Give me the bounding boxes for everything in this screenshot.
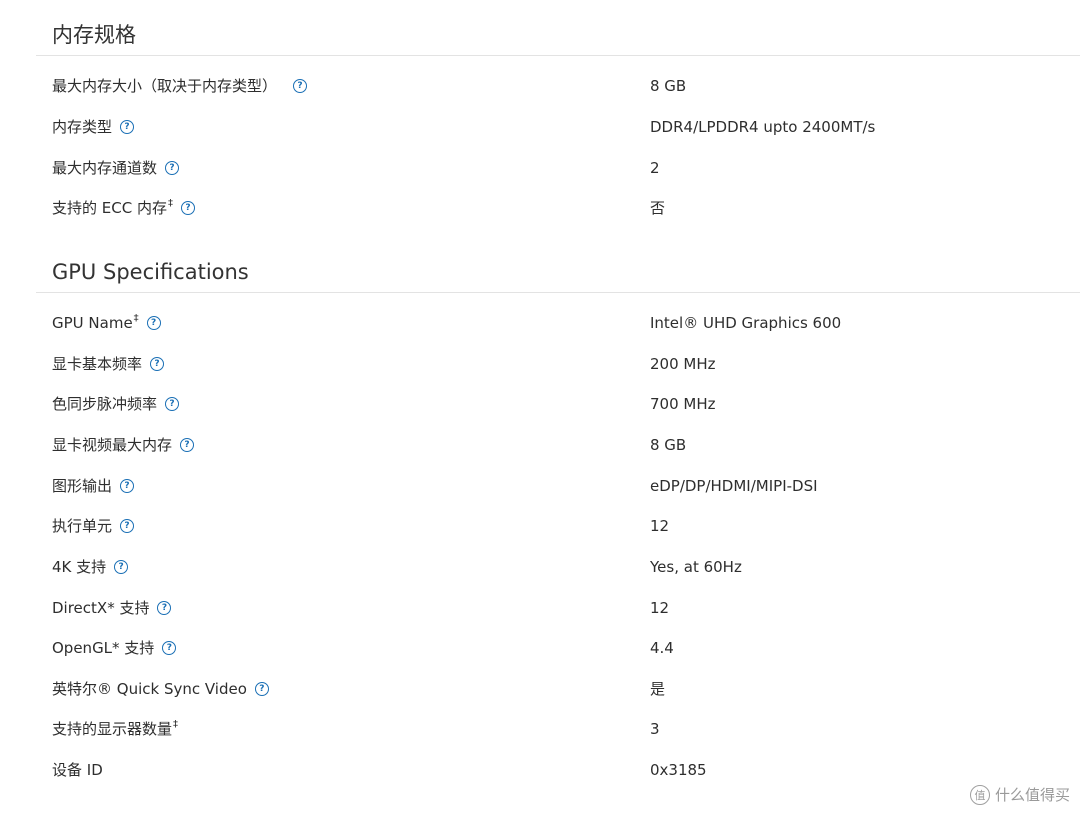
spec-label-text: 图形输出	[52, 477, 113, 495]
watermark-text: 什么值得买	[994, 786, 1070, 804]
spec-label-text: 英特尔® Quick Sync Video	[52, 680, 247, 698]
spec-value: Intel® UHD Graphics 600	[650, 314, 842, 332]
watermark: 值 什么值得买	[969, 784, 1070, 805]
spec-label-text: 支持的 ECC 内存	[52, 199, 167, 217]
memory-section-divider	[36, 55, 1080, 56]
spec-row-graphics-output: 图形输出 ? eDP/DP/HDMI/MIPI-DSI	[0, 474, 1080, 498]
spec-label-text: 显卡视频最大内存	[52, 436, 173, 454]
help-icon[interactable]: ?	[157, 601, 172, 615]
spec-row-memory-type: 内存类型 ? DDR4/LPDDR4 upto 2400MT/s	[0, 115, 1080, 139]
spec-value: 12	[650, 599, 670, 617]
spec-label-text: 设备 ID	[52, 761, 103, 779]
spec-value: 否	[650, 199, 666, 217]
spec-label: 支持的显示器数量 ‡	[52, 717, 178, 741]
spec-value: 3	[650, 720, 660, 738]
help-icon[interactable]: ?	[114, 560, 129, 574]
spec-label-text: 最大内存大小（取决于内存类型）	[52, 77, 278, 95]
spec-value: Yes, at 60Hz	[650, 558, 742, 576]
spec-label-text: 色同步脉冲频率	[52, 395, 158, 413]
spec-row-execution-units: 执行单元 ? 12	[0, 514, 1080, 538]
help-icon[interactable]: ?	[165, 161, 180, 175]
gpu-section-title: GPU Specifications	[52, 260, 249, 284]
help-icon[interactable]: ?	[165, 397, 180, 411]
help-icon[interactable]: ?	[150, 357, 165, 371]
spec-value: 4.4	[650, 639, 674, 657]
spec-label: 4K 支持 ?	[52, 555, 129, 579]
spec-label: 执行单元 ?	[52, 514, 135, 538]
spec-value: 是	[650, 680, 666, 698]
help-icon[interactable]: ?	[120, 479, 135, 493]
spec-label: 最大内存大小（取决于内存类型） ?	[52, 74, 308, 98]
spec-label: 英特尔® Quick Sync Video ?	[52, 677, 269, 701]
spec-label: 图形输出 ?	[52, 474, 135, 498]
spec-label-text: 显卡基本频率	[52, 355, 143, 373]
spec-label: 支持的 ECC 内存 ‡ ?	[52, 196, 195, 220]
spec-label-text: 最大内存通道数	[52, 159, 158, 177]
spec-label-text: 4K 支持	[52, 558, 107, 576]
spec-value: 700 MHz	[650, 395, 716, 413]
spec-row-device-id: 设备 ID 0x3185	[0, 758, 1080, 782]
watermark-logo-icon: 值	[969, 784, 990, 805]
spec-value: 0x3185	[650, 761, 707, 779]
help-icon[interactable]: ?	[293, 79, 308, 93]
spec-row-graphics-max-memory: 显卡视频最大内存 ? 8 GB	[0, 433, 1080, 457]
spec-value: DDR4/LPDDR4 upto 2400MT/s	[650, 118, 876, 136]
spec-row-displays-supported: 支持的显示器数量 ‡ 3	[0, 717, 1080, 741]
memory-section-title: 内存规格	[52, 23, 136, 47]
spec-label-text: OpenGL* 支持	[52, 639, 155, 657]
spec-row-directx-support: DirectX* 支持 ? 12	[0, 596, 1080, 620]
spec-label-text: DirectX* 支持	[52, 599, 150, 617]
spec-label-text: 支持的显示器数量	[52, 720, 173, 738]
spec-label: OpenGL* 支持 ?	[52, 636, 177, 660]
spec-row-gpu-name: GPU Name ‡ ? Intel® UHD Graphics 600	[0, 311, 1080, 335]
spec-label: 显卡基本频率 ?	[52, 352, 165, 376]
spec-label: 显卡视频最大内存 ?	[52, 433, 195, 457]
spec-label: DirectX* 支持 ?	[52, 596, 172, 620]
footnote-mark: ‡	[133, 313, 139, 324]
gpu-section-divider	[36, 292, 1080, 293]
spec-value: 8 GB	[650, 77, 687, 95]
spec-label: 内存类型 ?	[52, 115, 135, 139]
help-icon[interactable]: ?	[180, 438, 195, 452]
spec-row-opengl-support: OpenGL* 支持 ? 4.4	[0, 636, 1080, 660]
spec-label: 最大内存通道数 ?	[52, 156, 180, 180]
help-icon[interactable]: ?	[120, 519, 135, 533]
footnote-mark: ‡	[167, 198, 173, 209]
spec-value: eDP/DP/HDMI/MIPI-DSI	[650, 477, 818, 495]
spec-value: 2	[650, 159, 660, 177]
help-icon[interactable]: ?	[120, 120, 135, 134]
spec-label: 色同步脉冲频率 ?	[52, 392, 180, 416]
spec-row-burst-frequency: 色同步脉冲频率 ? 700 MHz	[0, 392, 1080, 416]
footnote-mark: ‡	[173, 719, 179, 730]
help-icon[interactable]: ?	[146, 316, 161, 330]
spec-row-4k-support: 4K 支持 ? Yes, at 60Hz	[0, 555, 1080, 579]
spec-row-quick-sync-video: 英特尔® Quick Sync Video ? 是	[0, 677, 1080, 701]
spec-label-text: 执行单元	[52, 517, 113, 535]
spec-row-ecc-support: 支持的 ECC 内存 ‡ ? 否	[0, 196, 1080, 220]
help-icon[interactable]: ?	[162, 641, 177, 655]
help-icon[interactable]: ?	[254, 682, 269, 696]
spec-value: 200 MHz	[650, 355, 716, 373]
spec-label: 设备 ID	[52, 758, 103, 782]
help-icon[interactable]: ?	[180, 201, 195, 215]
spec-value: 12	[650, 517, 670, 535]
spec-row-max-memory-size: 最大内存大小（取决于内存类型） ? 8 GB	[0, 74, 1080, 98]
spec-label: GPU Name ‡ ?	[52, 311, 161, 335]
spec-label-text: 内存类型	[52, 118, 113, 136]
spec-row-graphics-base-frequency: 显卡基本频率 ? 200 MHz	[0, 352, 1080, 376]
spec-row-max-memory-channels: 最大内存通道数 ? 2	[0, 156, 1080, 180]
spec-value: 8 GB	[650, 436, 687, 454]
spec-label-text: GPU Name	[52, 314, 133, 332]
